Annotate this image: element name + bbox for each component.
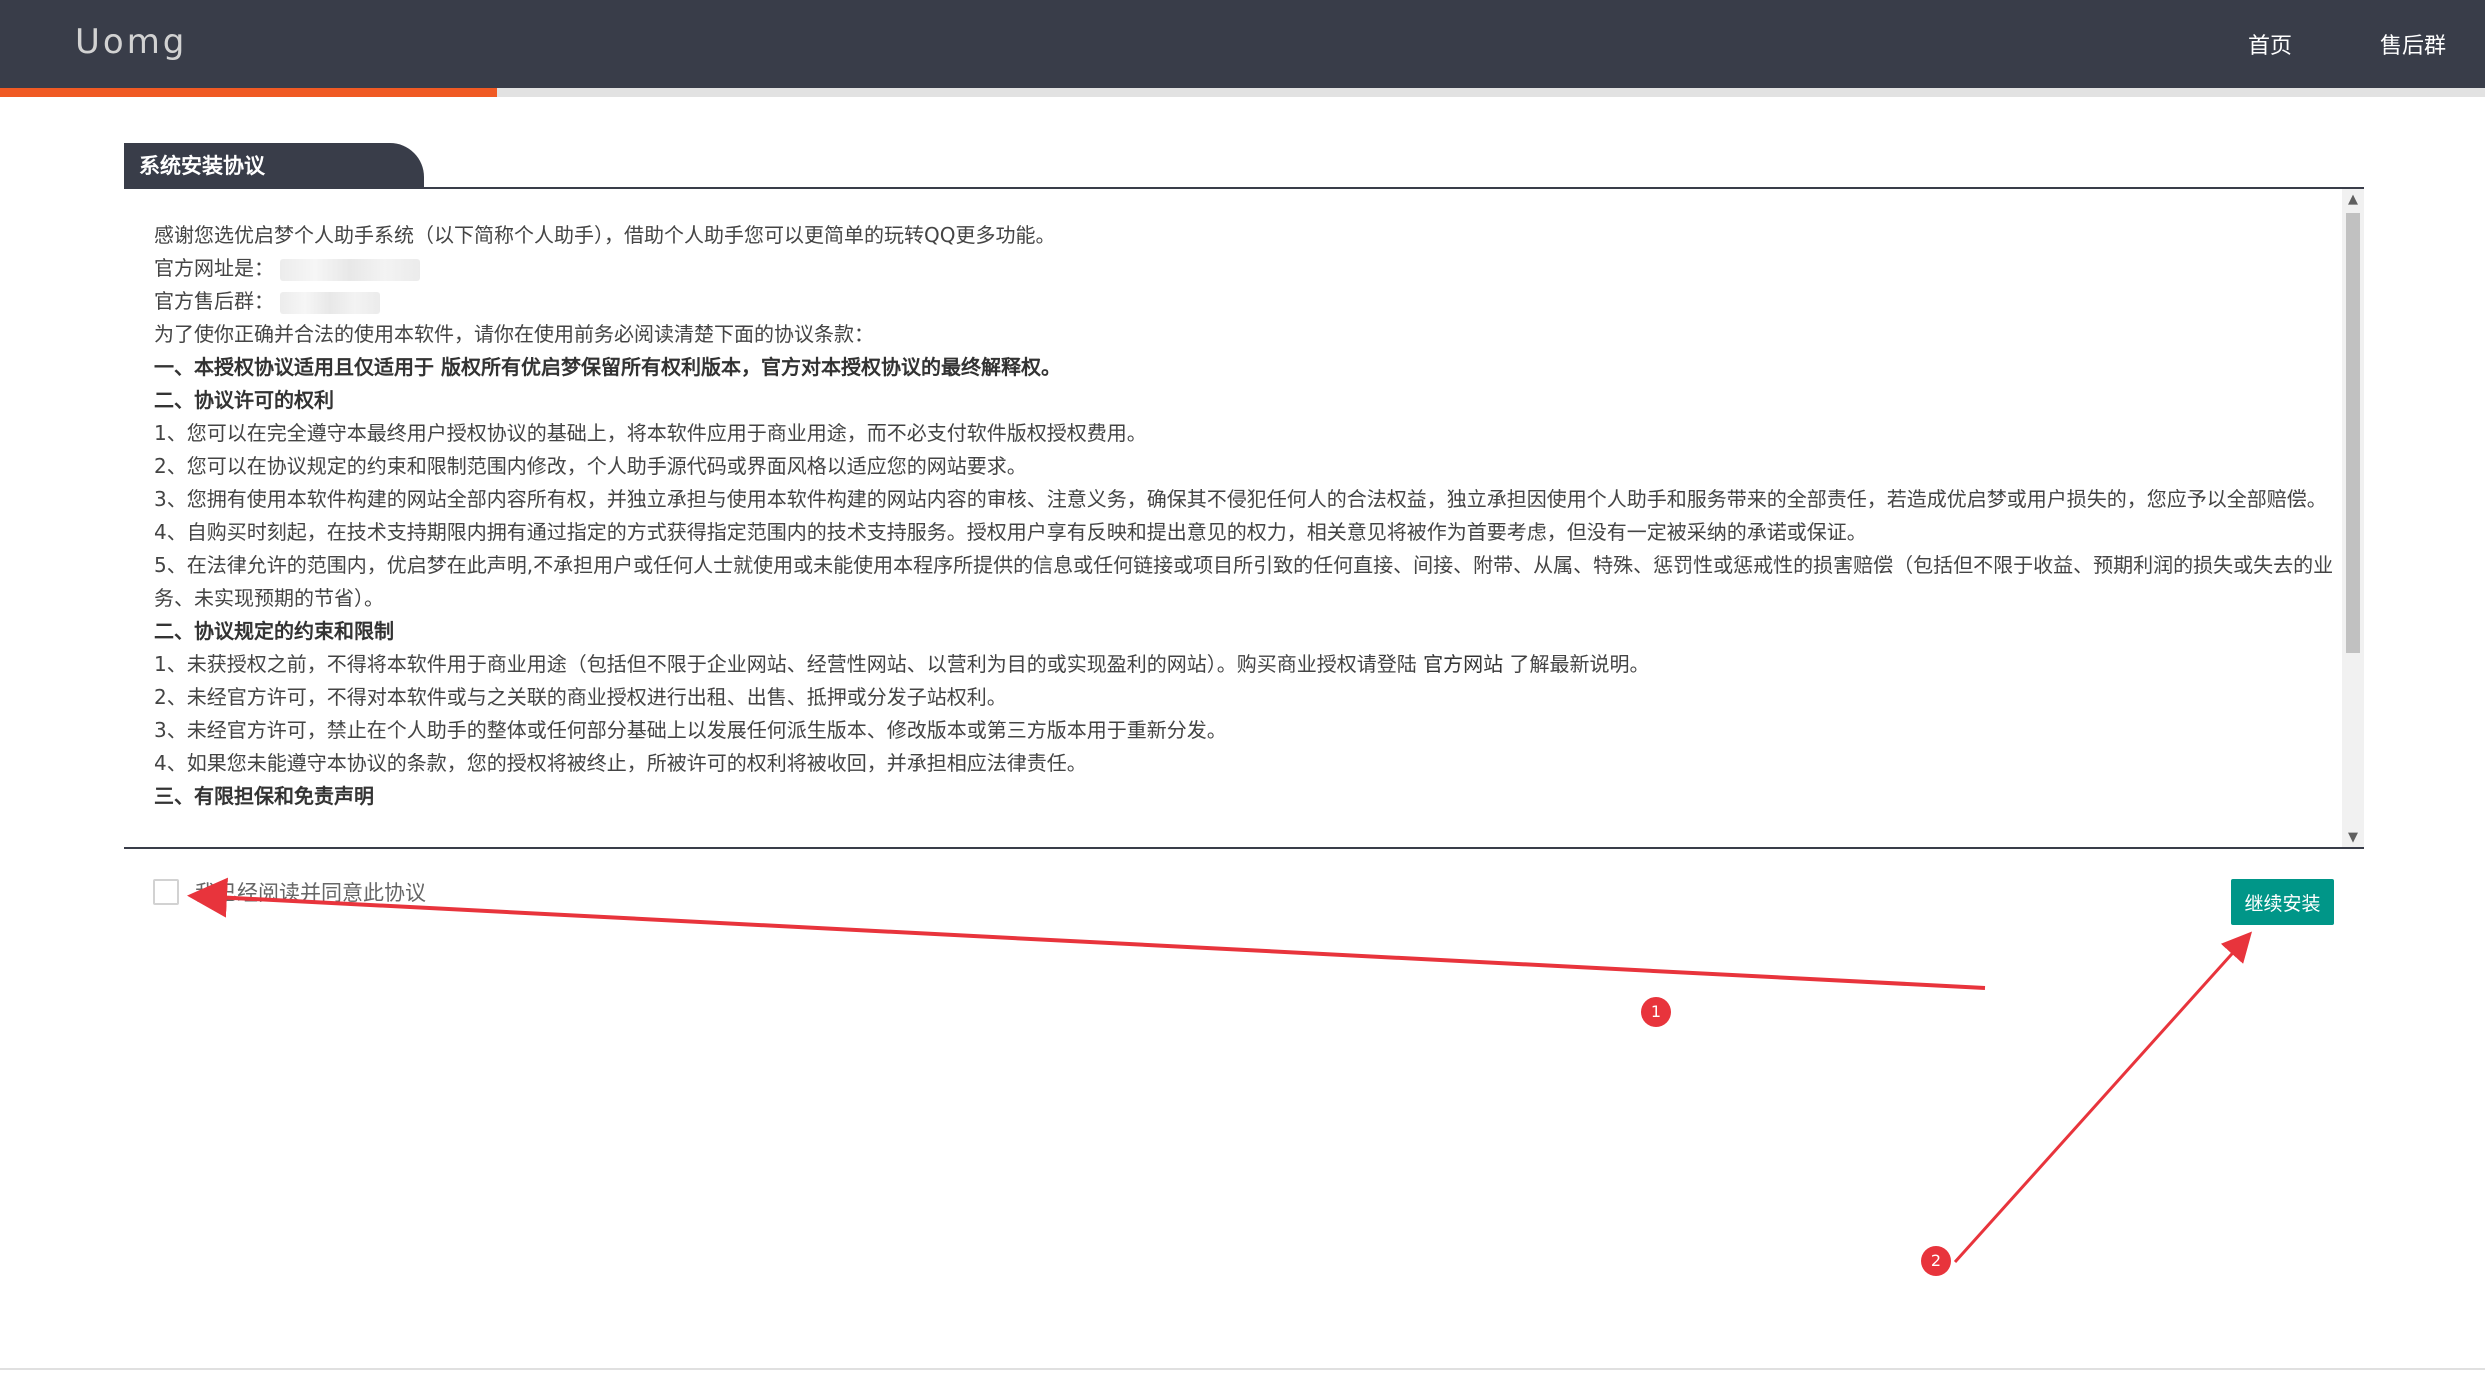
official-site-link[interactable]: 官方网站 (1423, 652, 1503, 676)
clause-3-4: 4、如果您未能遵守本协议的条款，您的授权将被终止，所被许可的权利将被收回，并承担… (154, 751, 1087, 775)
agreement-intro: 感谢您选优启梦个人助手系统（以下简称个人助手），借助个人助手您可以更简单的玩转Q… (154, 223, 1056, 247)
agreement-text: 感谢您选优启梦个人助手系统（以下简称个人助手），借助个人助手您可以更简单的玩转Q… (154, 219, 2334, 813)
clause-3-2: 2、未经官方许可，不得对本软件或与之关联的商业授权进行出租、出售、抵押或分发子站… (154, 685, 1007, 709)
annotation-arrow-2 (1953, 931, 2253, 1264)
blurred-group-number (280, 291, 380, 314)
annotation-marker-2: 2 (1921, 1246, 1951, 1276)
install-progress-fill (0, 88, 497, 97)
scrollbar-thumb[interactable] (2346, 213, 2360, 653)
continue-install-button[interactable]: 继续安装 (2231, 879, 2334, 925)
support-group-label: 官方售后群： (154, 289, 274, 313)
official-site-label: 官方网址是： (154, 256, 274, 280)
clause-3-3: 3、未经官方许可，禁止在个人助手的整体或任何部分基础上以发展任何派生版本、修改版… (154, 718, 1227, 742)
section-1-heading: 一、本授权协议适用且仅适用于 版权所有优启梦保留所有权利版本，官方对本授权协议的… (154, 355, 1061, 379)
agreement-scroll-area[interactable]: 感谢您选优启梦个人助手系统（以下简称个人助手），借助个人助手您可以更简单的玩转Q… (124, 189, 2364, 849)
clause-3-1: 1、未获授权之前，不得将本软件用于商业用途（包括但不限于企业网站、经营性网站、以… (154, 648, 2334, 681)
clause-2-1: 1、您可以在完全遵守本最终用户授权协议的基础上，将本软件应用于商业用途，而不必支… (154, 421, 1147, 445)
support-group-line: 官方售后群： (154, 285, 2334, 318)
annotation-marker-1: 1 (1641, 997, 1671, 1027)
blurred-site-url (280, 258, 420, 281)
agree-checkbox[interactable] (153, 879, 179, 905)
footer-divider (0, 1368, 2485, 1370)
section-3-heading: 二、协议规定的约束和限制 (154, 619, 394, 643)
app-logo[interactable]: Uomg (75, 22, 187, 62)
scroll-down-arrow-icon[interactable]: ▼ (2342, 827, 2364, 847)
official-site-line: 官方网址是： (154, 252, 2334, 285)
agree-label[interactable]: 我已经阅读并同意此协议 (195, 878, 426, 908)
section-2-heading: 二、协议许可的权利 (154, 388, 334, 412)
top-navbar: Uomg 首页 售后群 (0, 0, 2485, 88)
section-4-heading: 三、有限担保和免责声明 (154, 784, 374, 808)
scroll-up-arrow-icon[interactable]: ▲ (2342, 189, 2364, 211)
annotation-arrow-1 (187, 877, 1986, 990)
clause-2-3: 3、您拥有使用本软件构建的网站全部内容所有权，并独立承担与使用本软件构建的网站内… (154, 487, 2327, 511)
clause-2-4: 4、自购买时刻起，在技术支持期限内拥有通过指定的方式获得指定范围内的技术支持服务… (154, 520, 1867, 544)
clause-2-2: 2、您可以在协议规定的约束和限制范围内修改，个人助手源代码或界面风格以适应您的网… (154, 454, 1027, 478)
agreement-scrollbar[interactable]: ▲ ▼ (2342, 189, 2364, 847)
nav-home-link[interactable]: 首页 (2248, 28, 2292, 60)
panel-header: 系统安装协议 (124, 143, 2364, 189)
panel-title: 系统安装协议 (124, 143, 424, 189)
agreement-notice: 为了使你正确并合法的使用本软件，请你在使用前务必阅读清楚下面的协议条款： (154, 322, 874, 346)
clause-3-1-suffix: 了解最新说明。 (1503, 652, 1650, 676)
nav-support-group-link[interactable]: 售后群 (2380, 28, 2446, 60)
clause-2-5: 5、在法律允许的范围内，优启梦在此声明,不承担用户或任何人士就使用或未能使用本程… (154, 553, 2334, 610)
install-progress-bar (0, 88, 2485, 97)
clause-3-1-text: 1、未获授权之前，不得将本软件用于商业用途（包括但不限于企业网站、经营性网站、以… (154, 652, 1424, 676)
